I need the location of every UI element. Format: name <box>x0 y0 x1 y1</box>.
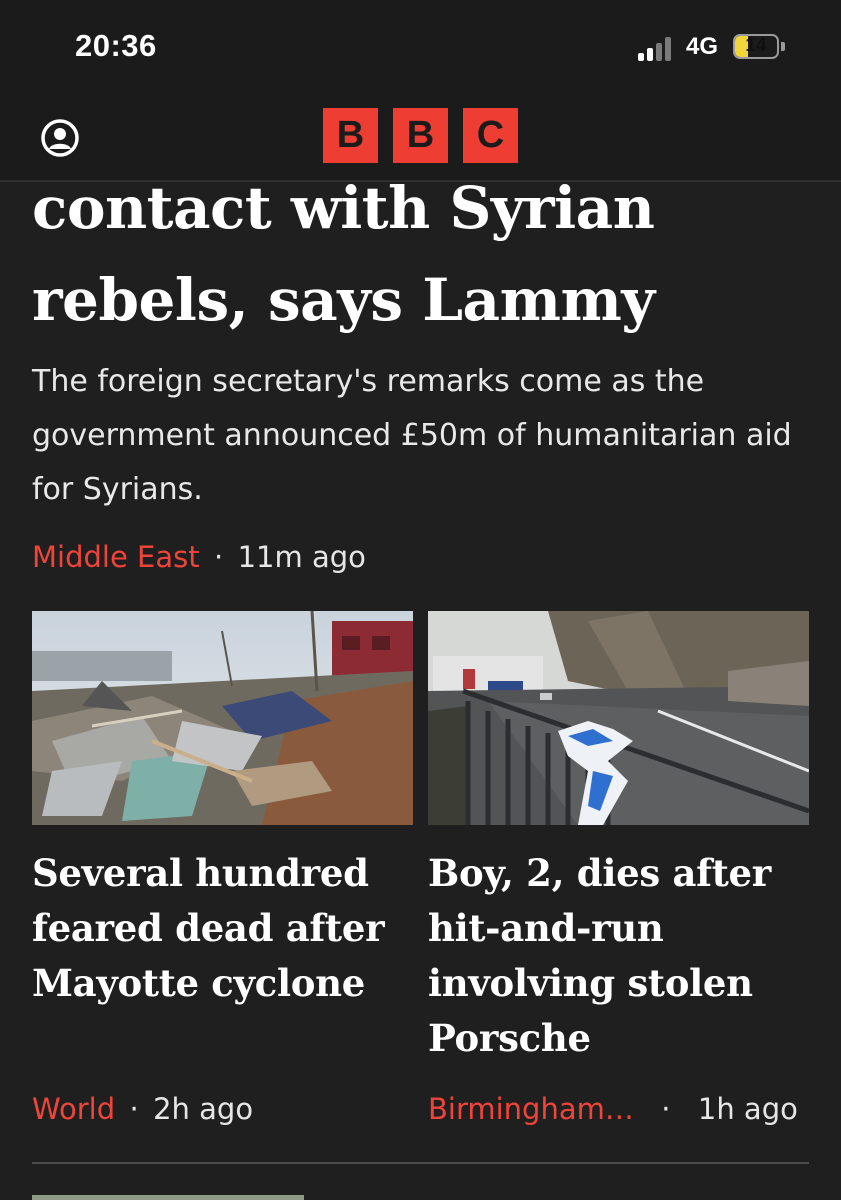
separator-dot: · <box>129 1092 139 1126</box>
section-divider <box>32 1162 809 1164</box>
separator-dot: · <box>213 540 224 574</box>
story-time: 2h ago <box>153 1092 254 1126</box>
lead-story-time: 11m ago <box>237 540 366 574</box>
story-thumbnail[interactable] <box>428 611 809 825</box>
story-category-link[interactable]: World <box>32 1092 115 1126</box>
news-feed[interactable]: contact with Syrian rebels, says Lammy T… <box>0 182 841 1200</box>
bbc-logo-block: C <box>463 108 518 163</box>
battery-cap <box>781 42 785 51</box>
cellular-signal-icon <box>638 35 678 61</box>
battery-icon: 14 <box>733 34 779 59</box>
bbc-logo[interactable]: B B C <box>323 108 518 163</box>
status-bar: 20:36 4G 14 <box>0 0 841 100</box>
lead-story-meta: Middle East · 11m ago <box>32 540 366 574</box>
story-thumbnail[interactable] <box>32 611 413 825</box>
story-meta: Birmingham… · 1h ago <box>428 1092 798 1126</box>
bbc-logo-block: B <box>323 108 378 163</box>
story-category-link[interactable]: Birmingham… <box>428 1092 634 1126</box>
lead-story-title[interactable]: contact with Syrian rebels, says Lammy <box>32 182 822 346</box>
app-header: B B C <box>0 100 841 182</box>
story-card[interactable]: Boy, 2, dies after hit-and-run involving… <box>428 611 809 1060</box>
story-title[interactable]: Several hundred feared dead after Mayott… <box>32 846 413 1011</box>
battery-level: 14 <box>745 35 767 56</box>
story-thumbnail[interactable] <box>32 1195 304 1200</box>
lead-story-category-link[interactable]: Middle East <box>32 540 200 574</box>
bbc-logo-block: B <box>393 108 448 163</box>
separator-dot: · <box>661 1092 671 1126</box>
story-time: 1h ago <box>697 1092 798 1126</box>
status-time: 20:36 <box>75 28 157 63</box>
story-card[interactable]: Several hundred feared dead after Mayott… <box>32 611 413 1005</box>
network-type: 4G <box>686 33 719 60</box>
story-title[interactable]: Boy, 2, dies after hit-and-run involving… <box>428 846 809 1066</box>
story-meta: World · 2h ago <box>32 1092 253 1126</box>
lead-story-summary[interactable]: The foreign secretary's remarks come as … <box>32 355 812 517</box>
account-icon[interactable] <box>40 118 80 158</box>
